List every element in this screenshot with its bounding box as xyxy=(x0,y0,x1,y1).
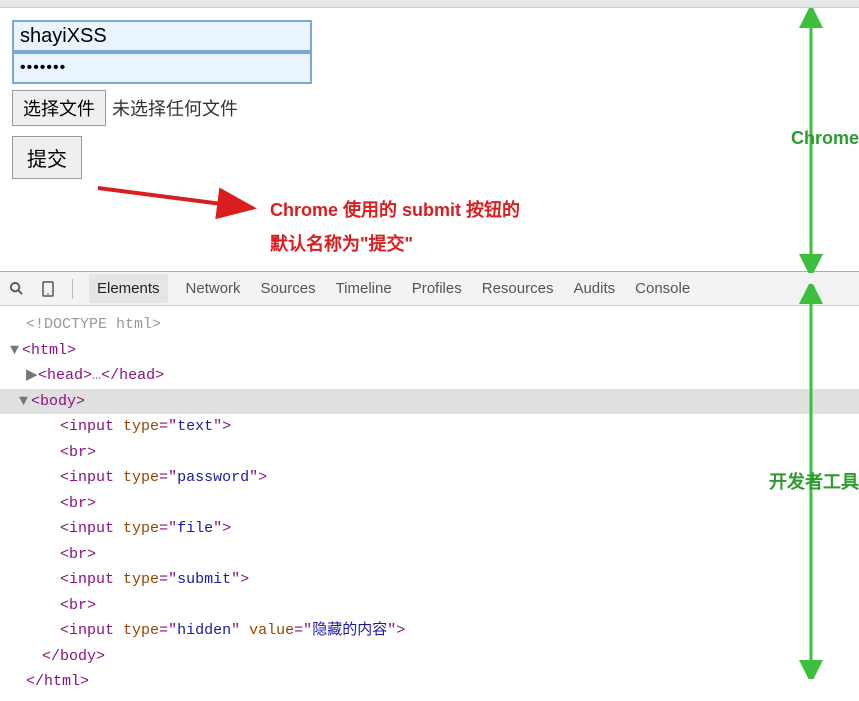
code-body-close: </body> xyxy=(10,644,849,670)
code-body-open: ▼<body> xyxy=(0,389,859,415)
annotation-line1: Chrome 使用的 submit 按钮的 xyxy=(270,196,520,222)
code-line: <br> xyxy=(10,542,849,568)
annotation-line2: 默认名称为"提交" xyxy=(270,230,413,256)
page-content: 选择文件 未选择任何文件 提交 Chrome 使用的 submit 按钮的 默认… xyxy=(0,8,859,271)
toolbar-divider xyxy=(72,279,73,299)
devtools-panel: Elements Network Sources Timeline Profil… xyxy=(0,271,859,701)
tab-timeline[interactable]: Timeline xyxy=(334,274,394,303)
code-html-open: ▼<html> xyxy=(10,338,849,364)
code-doctype: <!DOCTYPE html> xyxy=(10,312,849,338)
code-line: <input type="password"> xyxy=(10,465,849,491)
annotation-arrow-icon xyxy=(88,178,268,228)
password-input[interactable] xyxy=(12,52,312,84)
search-icon[interactable] xyxy=(8,281,24,297)
tab-resources[interactable]: Resources xyxy=(480,274,556,303)
text-input[interactable] xyxy=(12,20,312,52)
code-html-close: </html> xyxy=(10,669,849,695)
code-head: ▶<head>…</head> xyxy=(10,363,849,389)
window-chrome-top xyxy=(0,0,859,8)
code-line: <input type="hidden" value="隐藏的内容"> xyxy=(10,618,849,644)
devtools-toolbar: Elements Network Sources Timeline Profil… xyxy=(0,272,859,306)
code-line: <input type="text"> xyxy=(10,414,849,440)
submit-button[interactable]: 提交 xyxy=(12,136,82,179)
label-chrome: Chrome xyxy=(791,128,859,149)
file-status-text: 未选择任何文件 xyxy=(112,95,238,121)
file-choose-button[interactable]: 选择文件 xyxy=(12,90,106,126)
code-line: <br> xyxy=(10,440,849,466)
code-line: <br> xyxy=(10,491,849,517)
code-line: <br> xyxy=(10,593,849,619)
code-line: <input type="submit"> xyxy=(10,567,849,593)
tab-network[interactable]: Network xyxy=(184,274,243,303)
file-input-row: 选择文件 未选择任何文件 xyxy=(12,90,847,126)
label-devtools: 开发者工具 xyxy=(769,468,859,494)
tab-profiles[interactable]: Profiles xyxy=(410,274,464,303)
tab-elements[interactable]: Elements xyxy=(89,274,168,303)
elements-tree[interactable]: <!DOCTYPE html> ▼<html> ▶<head>…</head> … xyxy=(0,306,859,701)
tab-audits[interactable]: Audits xyxy=(571,274,617,303)
code-line: <input type="file"> xyxy=(10,516,849,542)
device-icon[interactable] xyxy=(40,281,56,297)
tab-console[interactable]: Console xyxy=(633,274,692,303)
tab-sources[interactable]: Sources xyxy=(259,274,318,303)
